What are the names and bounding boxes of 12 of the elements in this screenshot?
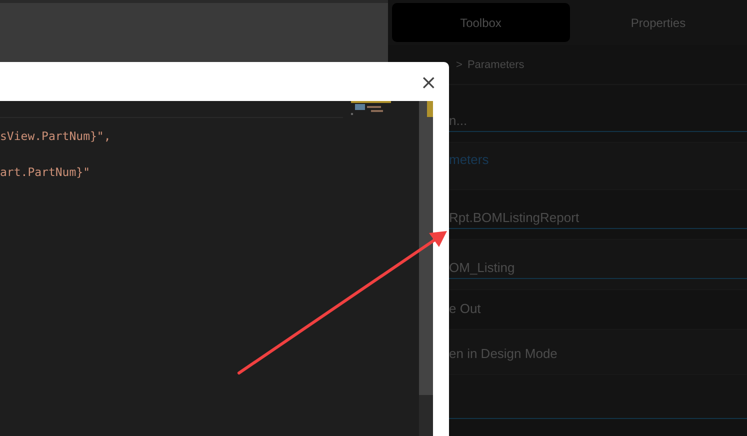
breadcrumb-separator: > bbox=[456, 58, 462, 70]
code-line: sView.PartNum}", bbox=[0, 128, 112, 145]
panel-tab[interactable]: Toolbox bbox=[392, 3, 570, 42]
code-editor[interactable]: sView.PartNum}", art.PartNum}" bbox=[0, 101, 419, 436]
close-button[interactable]: × bbox=[418, 74, 439, 90]
minimap-drawing bbox=[351, 101, 391, 117]
scrollbar[interactable] bbox=[419, 101, 433, 436]
property-link[interactable]: meters bbox=[449, 152, 747, 167]
code-line: art.PartNum}" bbox=[0, 164, 92, 181]
breadcrumb-item[interactable]: Parameters bbox=[467, 58, 524, 70]
property-option[interactable]: e Out bbox=[449, 301, 747, 316]
panel-tab[interactable]: Properties bbox=[570, 3, 747, 42]
